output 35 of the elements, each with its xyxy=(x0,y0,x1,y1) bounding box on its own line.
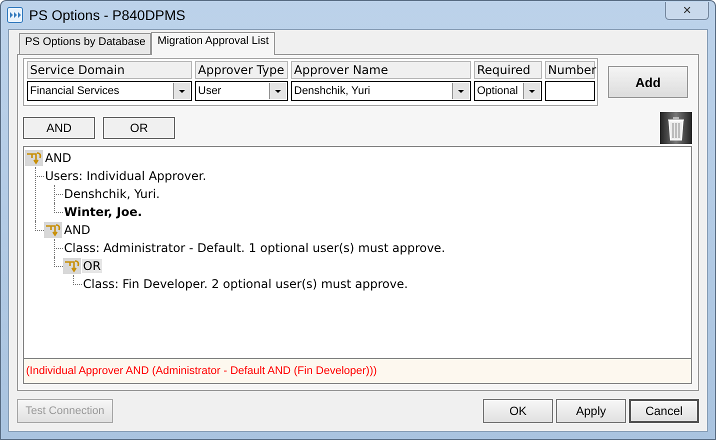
trash-icon[interactable] xyxy=(660,112,692,144)
column-header: Approver Name xyxy=(291,61,471,79)
tree-item[interactable]: AND xyxy=(44,151,72,165)
app-icon xyxy=(7,7,23,23)
dropdown[interactable]: Optional xyxy=(474,81,542,101)
tree-item[interactable]: OR xyxy=(82,259,102,273)
tree-item[interactable]: Class: Administrator - Default. 1 optional user(s) must approve. xyxy=(63,241,446,255)
tab[interactable]: Migration Approval List xyxy=(151,32,275,55)
logic-button[interactable]: OR xyxy=(103,117,175,139)
tree-item[interactable]: AND xyxy=(63,223,92,237)
tree-item[interactable]: Denshchik, Yuri. xyxy=(63,187,161,201)
add-button[interactable]: Add xyxy=(608,66,688,98)
branch-icon xyxy=(44,222,62,238)
logic-button[interactable]: AND xyxy=(23,117,95,139)
expression-text: (Individual Approver AND (Administrator - Default AND (Fin Developer))) xyxy=(23,358,692,384)
dialog-button[interactable]: Apply xyxy=(556,399,626,423)
column-header: Service Domain xyxy=(27,61,192,79)
branch-icon xyxy=(63,258,81,274)
column-header: Approver Type xyxy=(195,61,288,79)
column-header: Number xyxy=(545,61,595,79)
input-field[interactable] xyxy=(545,81,595,101)
window-title: PS Options - P840DPMS xyxy=(29,7,186,23)
dialog-button[interactable]: Cancel xyxy=(629,399,699,423)
close-button[interactable]: ✕ xyxy=(665,2,709,20)
tab[interactable]: PS Options by Database xyxy=(19,33,152,54)
branch-icon xyxy=(25,150,43,166)
column-header: Required xyxy=(474,61,542,79)
tree-item[interactable]: Winter, Joe. xyxy=(63,205,144,219)
dropdown[interactable]: User xyxy=(195,81,288,101)
tree-line xyxy=(73,275,82,285)
tree-item[interactable]: Class: Fin Developer. 2 optional user(s) must approve. xyxy=(82,277,409,291)
dropdown[interactable]: Financial Services xyxy=(27,81,192,101)
dialog-button[interactable]: OK xyxy=(483,399,553,423)
dropdown[interactable]: Denshchik, Yuri xyxy=(291,81,471,101)
tree-item[interactable]: Users: Individual Approver. xyxy=(44,169,208,183)
